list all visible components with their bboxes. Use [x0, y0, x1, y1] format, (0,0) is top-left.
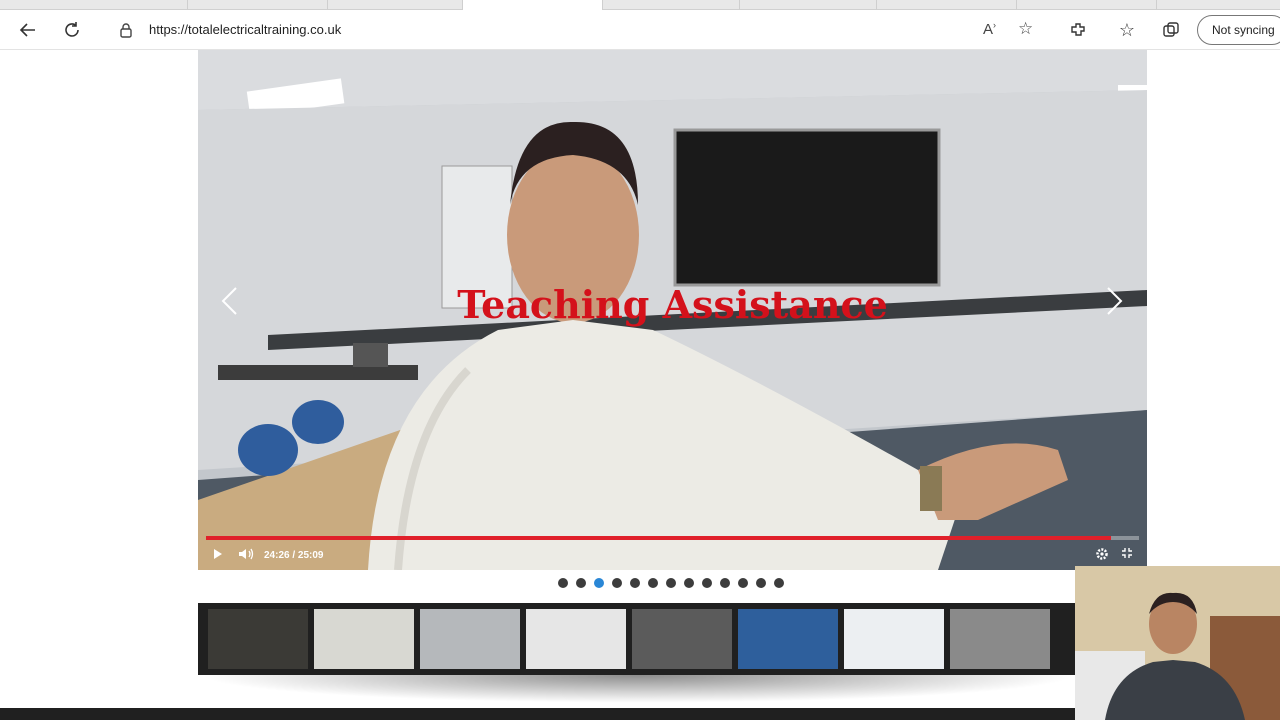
tab-8[interactable] [1017, 0, 1157, 10]
carousel-dot[interactable] [738, 578, 748, 588]
carousel-dot[interactable] [774, 578, 784, 588]
tab-6[interactable] [740, 0, 877, 10]
carousel-dot[interactable] [756, 578, 766, 588]
tab-5[interactable] [603, 0, 740, 10]
carousel-dot[interactable] [576, 578, 586, 588]
thumbnail[interactable] [314, 609, 414, 669]
thumbnail[interactable] [208, 609, 308, 669]
url-text[interactable]: https://totalelectricaltraining.co.uk [149, 22, 341, 37]
taskbar [0, 708, 1075, 720]
carousel-dot[interactable] [702, 578, 712, 588]
carousel-dot[interactable] [630, 578, 640, 588]
address-bar[interactable]: https://totalelectricaltraining.co.uk A›… [101, 15, 1047, 45]
tab-7[interactable] [877, 0, 1017, 10]
carousel-prev-arrow[interactable] [220, 286, 238, 324]
carousel-dots [558, 578, 784, 590]
thumbnail[interactable] [420, 609, 520, 669]
thumbnail[interactable] [526, 609, 626, 669]
thumbnail[interactable] [738, 609, 838, 669]
back-button[interactable] [14, 16, 42, 44]
read-aloud-icon[interactable]: A› [983, 20, 996, 38]
slide-title: Teaching Assistance [457, 282, 888, 327]
tab-1[interactable] [48, 0, 188, 10]
carousel-dot[interactable] [720, 578, 730, 588]
lock-icon [119, 22, 133, 43]
volume-icon[interactable] [238, 547, 254, 564]
carousel-next-arrow[interactable] [1106, 286, 1124, 324]
thumbnail[interactable] [844, 609, 944, 669]
collections-icon[interactable] [1157, 16, 1185, 44]
settings-gear-icon[interactable] [1095, 547, 1109, 564]
carousel-dot[interactable] [648, 578, 658, 588]
carousel-dot[interactable] [594, 578, 604, 588]
carousel-dot[interactable] [666, 578, 676, 588]
video-progress-bar[interactable] [206, 536, 1139, 540]
tab-active[interactable] [463, 0, 603, 10]
webcam-image [1075, 566, 1280, 720]
video-time: 24:26 / 25:09 [264, 550, 324, 561]
thumbnail[interactable] [950, 609, 1050, 669]
carousel-dot[interactable] [558, 578, 568, 588]
thumbnail-strip-shadow [198, 675, 1078, 703]
carousel-dot[interactable] [684, 578, 694, 588]
video-progress-fill [206, 536, 1111, 540]
tab-3[interactable] [328, 0, 463, 10]
webcam-overlay [1075, 566, 1280, 720]
extensions-icon[interactable] [1064, 16, 1092, 44]
tab-2[interactable] [188, 0, 328, 10]
exit-fullscreen-icon[interactable] [1121, 547, 1133, 562]
add-favorite-icon[interactable]: ☆ [1018, 19, 1033, 39]
browser-toolbar: https://totalelectricaltraining.co.uk A›… [0, 10, 1280, 50]
thumbnail[interactable] [632, 609, 732, 669]
play-icon[interactable] [212, 547, 224, 564]
refresh-button[interactable] [58, 16, 86, 44]
thumbnail-strip [198, 603, 1078, 675]
tab-strip [0, 0, 1280, 10]
carousel-dot[interactable] [612, 578, 622, 588]
favorites-icon[interactable]: ☆ [1113, 16, 1141, 44]
sync-button[interactable]: Not syncing [1197, 15, 1280, 45]
video-player[interactable]: Teaching Assistance 24:26 / 25:09 [198, 50, 1147, 570]
